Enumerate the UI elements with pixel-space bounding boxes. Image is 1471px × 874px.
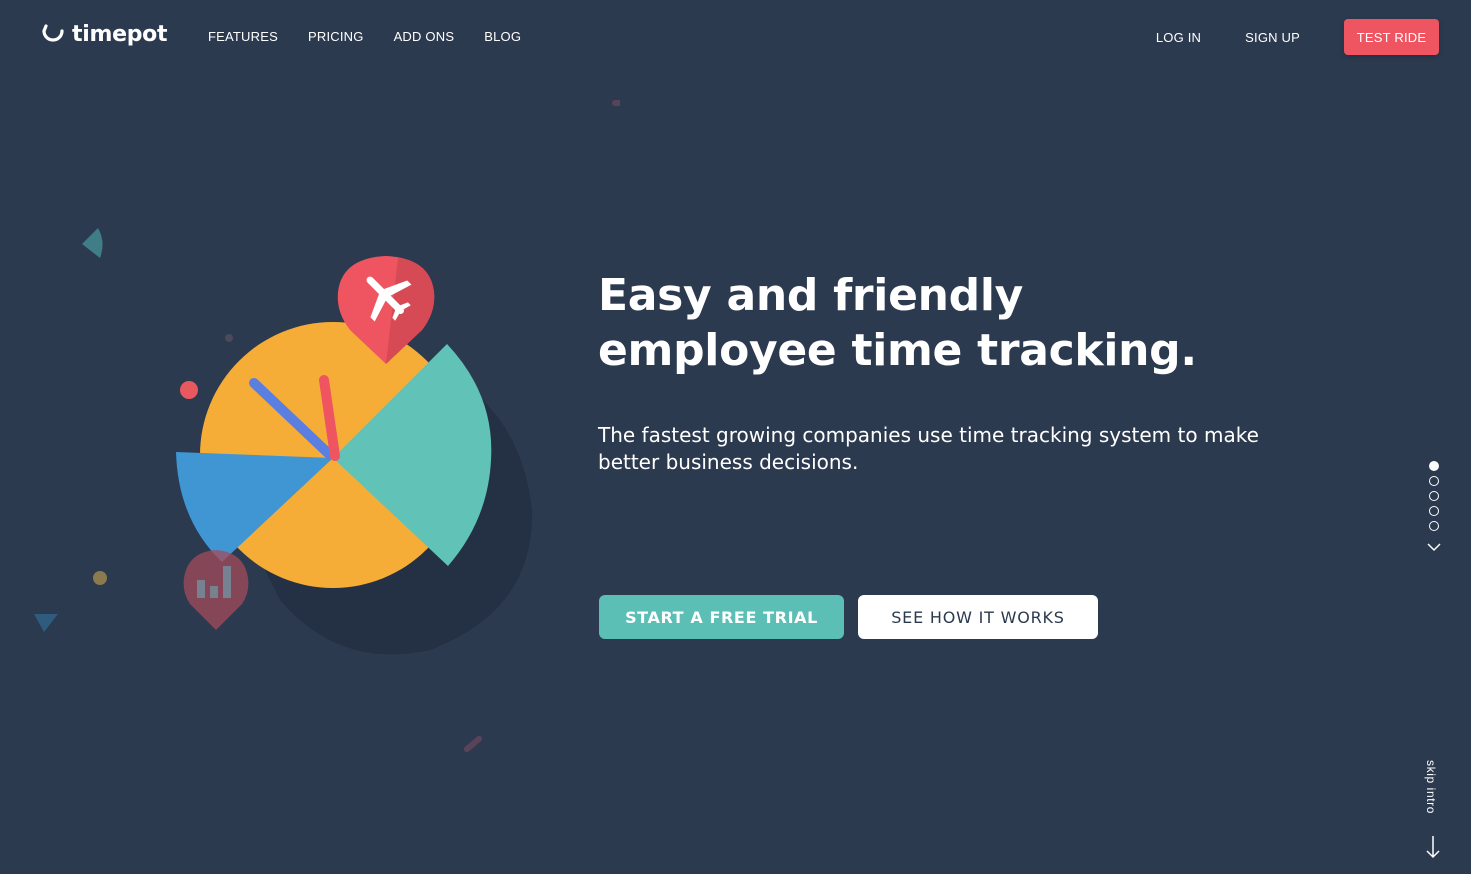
skip-intro-link[interactable]: skip intro xyxy=(1424,760,1438,814)
test-ride-button[interactable]: TEST RIDE xyxy=(1344,19,1439,55)
login-link[interactable]: LOG IN xyxy=(1156,30,1201,45)
decor-red-dash xyxy=(463,735,483,753)
decor-olive-dot xyxy=(93,571,107,585)
hero-subtitle: The fastest growing companies use time t… xyxy=(598,423,1259,474)
chart-pin xyxy=(183,550,249,630)
pager-dot-5[interactable] xyxy=(1429,521,1439,531)
decor-teal-shard xyxy=(82,228,103,258)
pager-dot-4[interactable] xyxy=(1429,506,1439,516)
decor-red-dot xyxy=(180,381,198,399)
decor-small-dot xyxy=(225,334,233,342)
start-free-trial-button[interactable]: START A FREE TRIAL xyxy=(599,595,844,639)
nav-pricing[interactable]: PRICING xyxy=(308,29,364,44)
signup-link[interactable]: SIGN UP xyxy=(1245,30,1300,45)
decor-blue-shard xyxy=(34,614,58,632)
logo-text: timepot xyxy=(72,22,168,47)
site-header: timepot FEATURES PRICING ADD ONS BLOG LO… xyxy=(0,0,1471,74)
pager-dot-2[interactable] xyxy=(1429,476,1439,486)
nav-blog[interactable]: BLOG xyxy=(484,29,521,44)
section-pager xyxy=(1429,461,1439,531)
account-nav: LOG IN SIGN UP TEST RIDE xyxy=(1156,19,1439,55)
logo[interactable]: timepot xyxy=(40,22,167,47)
logo-smile-icon xyxy=(42,23,64,42)
nav-features[interactable]: FEATURES xyxy=(208,29,278,44)
hero-title: Easy and friendly employee time tracking… xyxy=(598,268,1238,378)
decor-dash xyxy=(612,100,620,106)
see-how-it-works-button[interactable]: SEE HOW IT WORKS xyxy=(858,595,1098,639)
main-nav: FEATURES PRICING ADD ONS BLOG xyxy=(208,29,521,44)
chevron-down-icon[interactable] xyxy=(1426,541,1442,553)
pager-dot-1[interactable] xyxy=(1429,461,1439,471)
hero-title-line1: Easy and friendly xyxy=(598,270,1024,321)
hero-illustration xyxy=(34,100,620,753)
arrow-down-icon[interactable] xyxy=(1425,834,1441,860)
pager-dot-3[interactable] xyxy=(1429,491,1439,501)
nav-add-ons[interactable]: ADD ONS xyxy=(394,29,455,44)
hero-title-line2: employee time tracking. xyxy=(598,325,1197,376)
